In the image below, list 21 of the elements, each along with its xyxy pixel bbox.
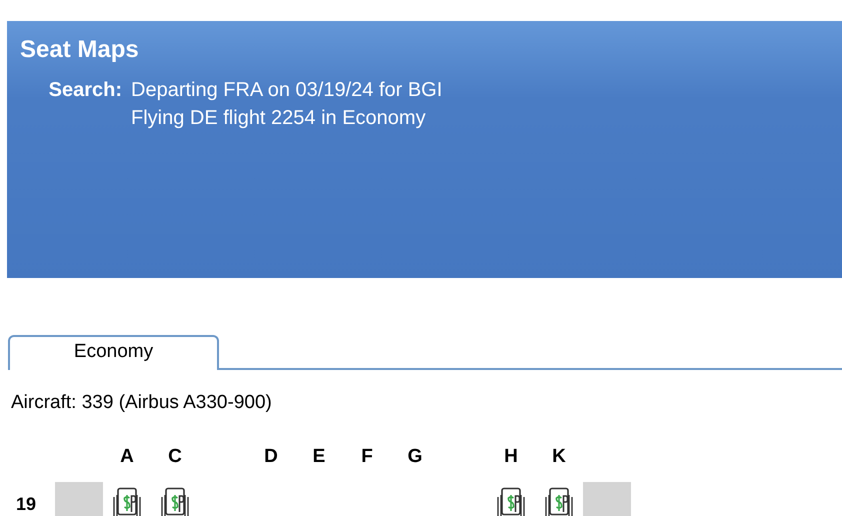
seat-icon[interactable] <box>544 487 574 516</box>
seat-icon[interactable] <box>496 487 526 516</box>
bulkhead-block <box>583 482 631 516</box>
column-letter: H <box>503 446 519 468</box>
search-label: Search: <box>48 78 123 103</box>
cabin-tab[interactable]: Economy <box>8 335 219 370</box>
column-letter: C <box>167 446 183 468</box>
column-letter: E <box>312 446 326 468</box>
column-letter: A <box>119 446 135 468</box>
column-letter: G <box>406 446 424 468</box>
aircraft-info: Aircraft: 339 (Airbus A330-900) <box>11 392 272 414</box>
bulkhead-block <box>55 482 103 516</box>
column-letter: F <box>360 446 374 468</box>
row-number: 19 <box>15 494 38 515</box>
column-letter: D <box>263 446 279 468</box>
column-letter: K <box>551 446 567 468</box>
page-title: Seat Maps <box>20 35 140 65</box>
seat-icon[interactable] <box>160 487 190 516</box>
seat-icon[interactable] <box>112 487 142 516</box>
search-summary: Flying DE flight 2254 in Economy <box>131 106 426 131</box>
search-summary: Departing FRA on 03/19/24 for BGI <box>131 78 442 103</box>
